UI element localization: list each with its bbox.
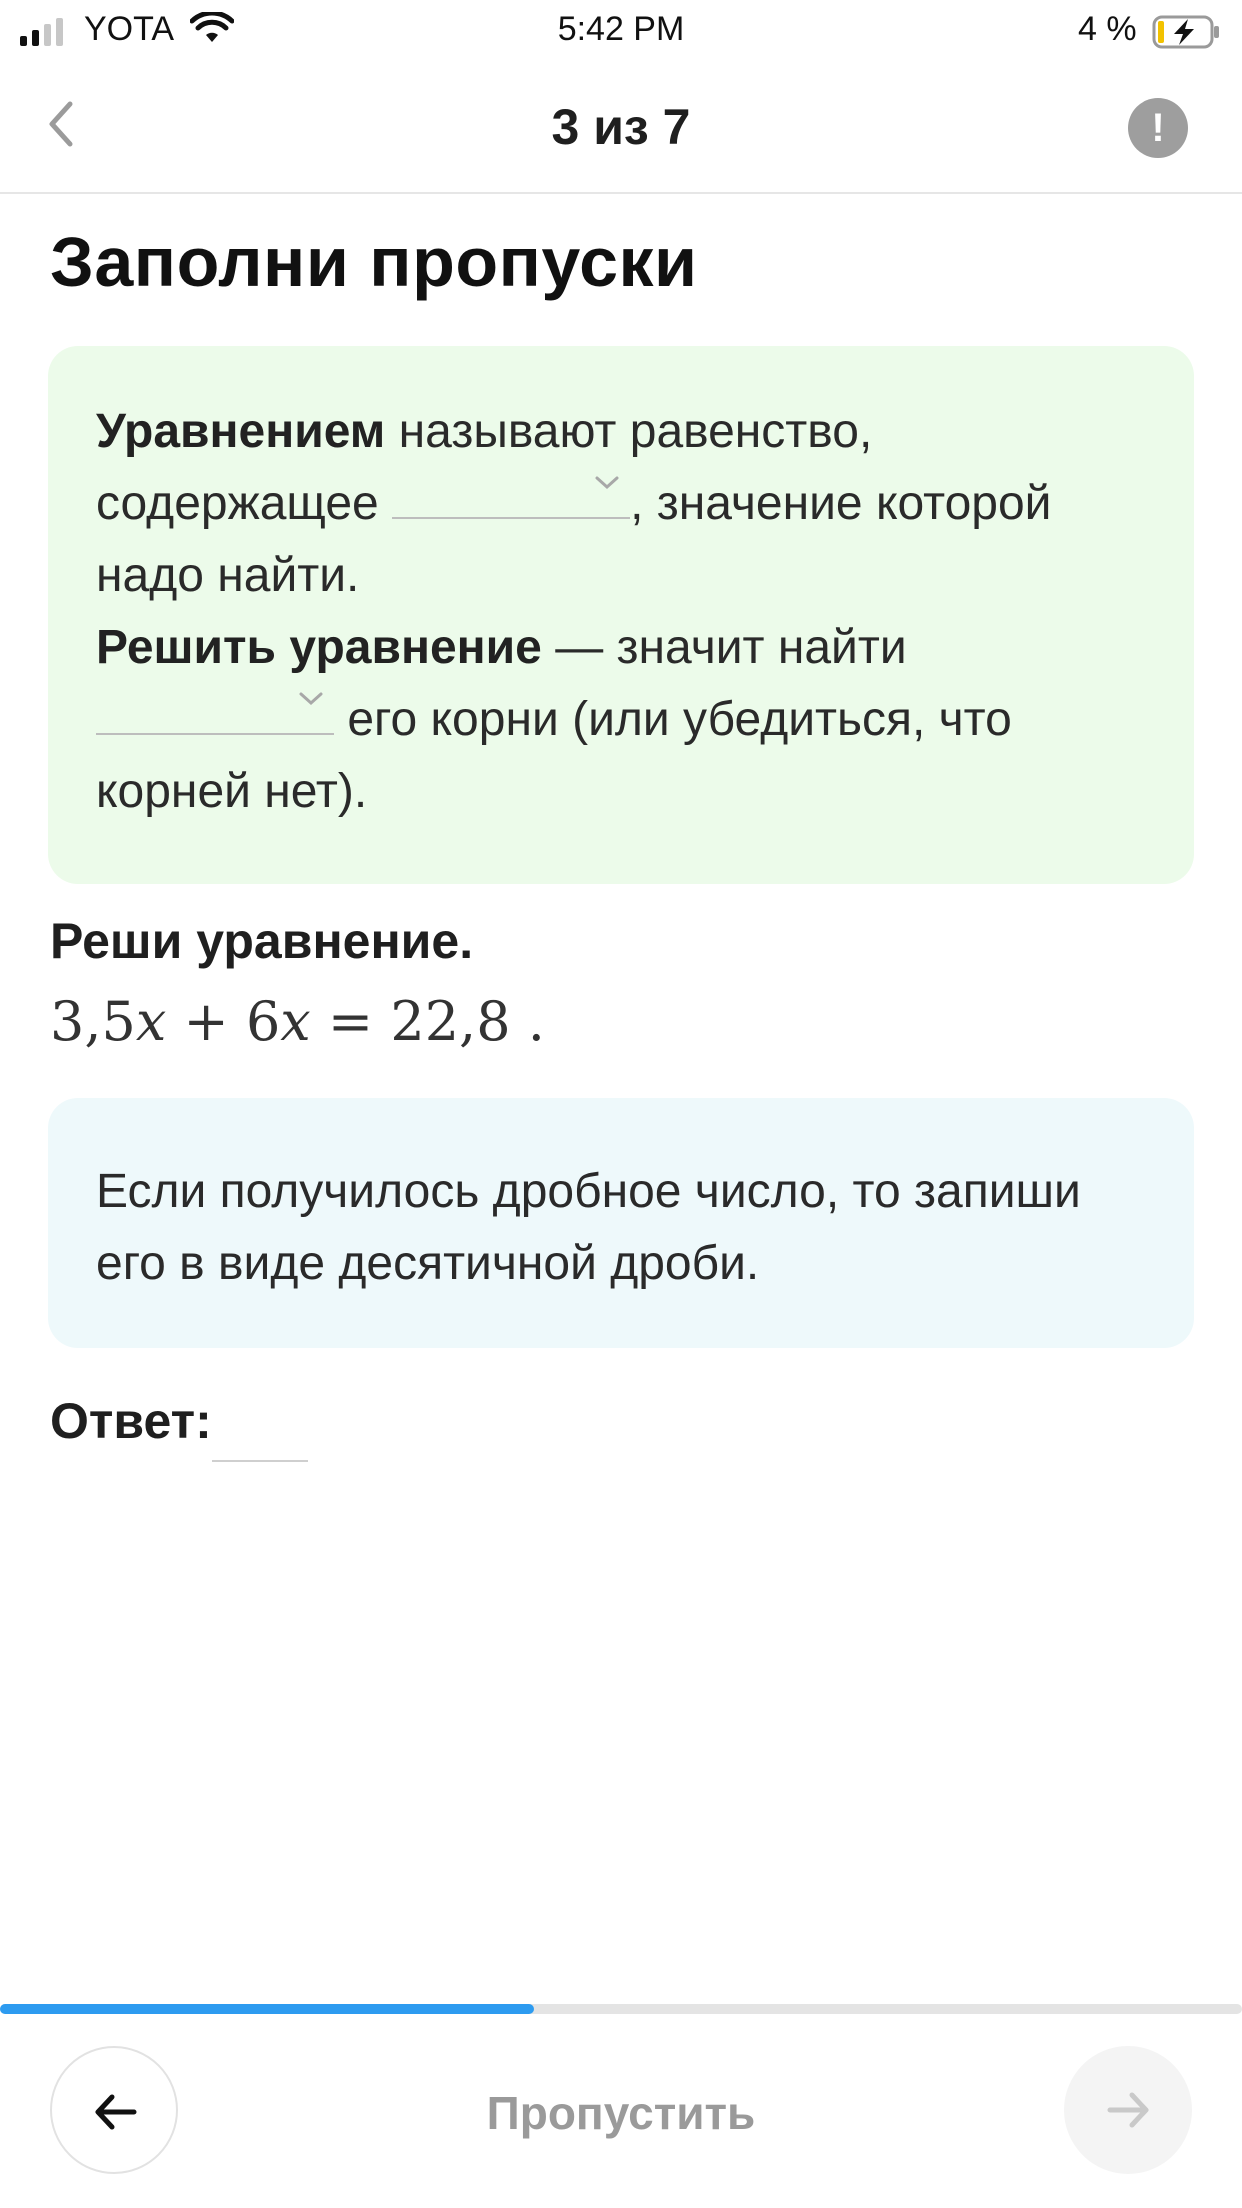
progress-bar (0, 2004, 1242, 2014)
progress-counter: 3 из 7 (551, 99, 691, 155)
report-exclamation-icon[interactable]: ! (1128, 98, 1188, 158)
chevron-down-icon (299, 692, 323, 706)
theory-text: Уравнением называют равенство, содержаще… (96, 405, 1052, 818)
clock: 5:42 PM (557, 10, 685, 48)
answer-label: Ответ: (50, 1393, 212, 1449)
hint-card: Если получилось дробное число, то запиши… (48, 1098, 1194, 1348)
progress-fill (0, 2004, 535, 2014)
term-equation: Уравнением (96, 405, 386, 458)
blank-dropdown-1[interactable] (392, 476, 631, 519)
arrow-right-icon (1107, 2092, 1149, 2128)
next-button[interactable] (1064, 2046, 1192, 2174)
equation: 3,5x + 6x = 22,8 . (50, 990, 545, 1053)
hint-text: Если получилось дробное число, то запиши… (96, 1165, 1081, 1290)
battery-percent: 4 % (1078, 10, 1137, 48)
skip-button[interactable]: Пропустить (0, 2086, 1242, 2140)
battery-charging-icon (1152, 15, 1219, 49)
page-title: Заполни пропуски (50, 223, 698, 301)
theory-card: Уравнением называют равенство, содержаще… (48, 346, 1194, 884)
task-title: Реши уравнение. (50, 913, 474, 969)
status-bar: YOTA 5:42 PM 4 % (0, 0, 1242, 64)
answer-input[interactable] (212, 1460, 308, 1462)
blank-dropdown-2[interactable] (96, 692, 334, 735)
nav-bar: 3 из 7 ! (0, 64, 1242, 194)
term-solve-equation: Решить уравнение (96, 621, 542, 674)
chevron-down-icon (595, 476, 619, 490)
